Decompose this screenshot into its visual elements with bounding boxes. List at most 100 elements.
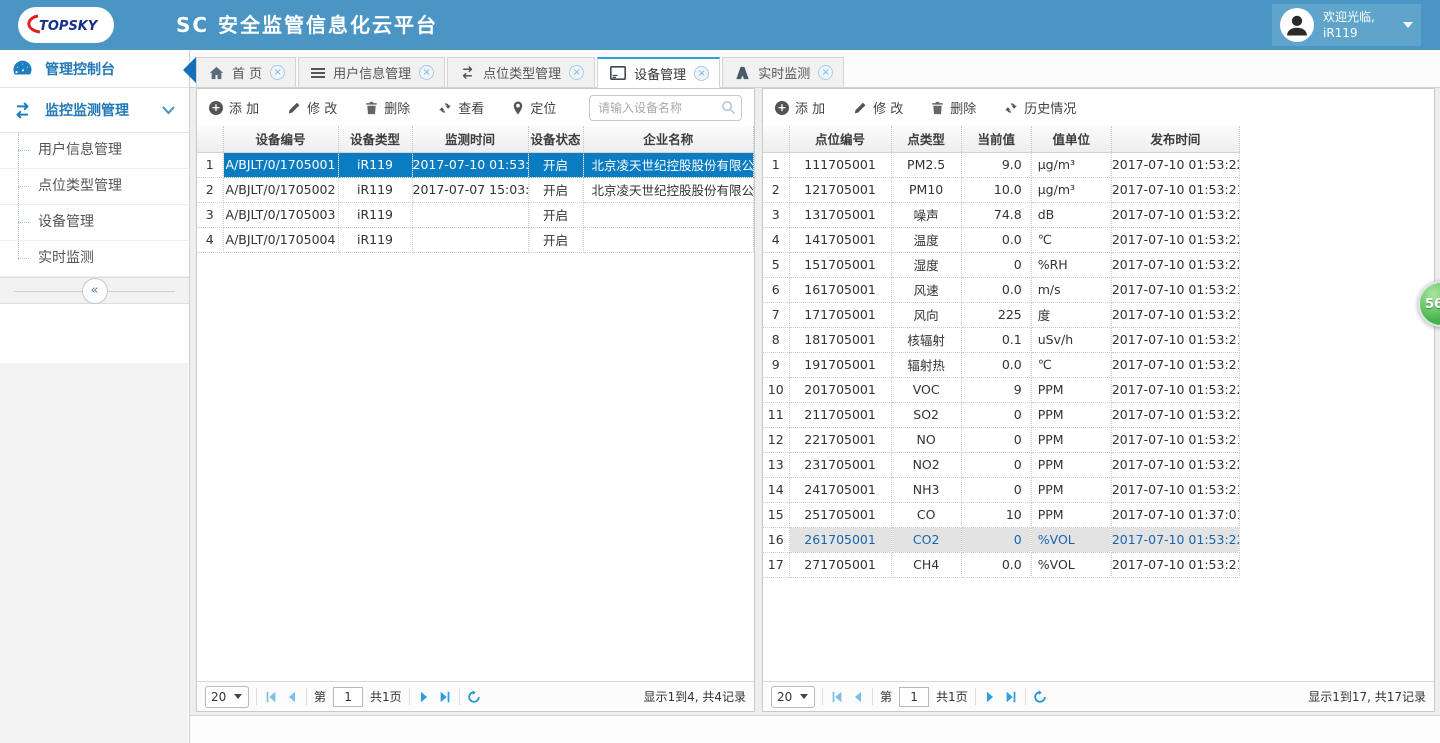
tab-device-mgmt[interactable]: 设备管理 × (597, 57, 720, 88)
table-row[interactable]: 2 A/BJLT/0/1705002 iR119 2017-07-07 15:0… (197, 177, 754, 202)
table-row[interactable]: 16 261705001 CO2 0 %VOL 2017-07-10 01:53… (763, 527, 1240, 552)
cell-point-code: 121705001 (789, 177, 891, 202)
table-row[interactable]: 11 211705001 SO2 0 PPM 2017-07-10 01:53:… (763, 402, 1240, 427)
edit-button[interactable]: 修 改 (287, 98, 337, 117)
table-row[interactable]: 1 111705001 PM2.5 9.0 μg/m³ 2017-07-10 0… (763, 152, 1240, 177)
cell-value-unit: ℃ (1031, 227, 1111, 252)
table-row[interactable]: 14 241705001 NH3 0 PPM 2017-07-10 01:53:… (763, 477, 1240, 502)
page-size-select[interactable]: 20 (205, 686, 249, 708)
cell-value-unit: dB (1031, 202, 1111, 227)
table-row[interactable]: 3 A/BJLT/0/1705003 iR119 开启 (197, 202, 754, 227)
table-row[interactable]: 17 271705001 CH4 0.0 %VOL 2017-07-10 01:… (763, 552, 1240, 577)
cell-point-type: 核辐射 (891, 327, 961, 352)
tab-close-icon[interactable]: × (569, 65, 584, 80)
table-row[interactable]: 7 171705001 风向 225 度 2017-07-10 01:53:21 (763, 302, 1240, 327)
first-page-button[interactable] (264, 690, 278, 704)
table-row[interactable]: 8 181705001 核辐射 0.1 uSv/h 2017-07-10 01:… (763, 327, 1240, 352)
sidebar-collapse-button[interactable]: « (82, 278, 108, 304)
trash-icon (365, 101, 378, 115)
tab-label: 设备管理 (634, 64, 686, 83)
table-row[interactable]: 13 231705001 NO2 0 PPM 2017-07-10 01:53:… (763, 452, 1240, 477)
table-row[interactable]: 4 A/BJLT/0/1705004 iR119 开启 (197, 227, 754, 252)
first-page-button[interactable] (830, 690, 844, 704)
sidebar-subitem[interactable]: 实时监测 (0, 241, 189, 277)
tab-close-icon[interactable]: × (419, 65, 434, 80)
cell-company (583, 202, 754, 227)
sidebar-subitem[interactable]: 用户信息管理 (0, 133, 189, 169)
view-button[interactable]: 查看 (438, 98, 484, 117)
prev-page-button[interactable] (851, 690, 865, 704)
cell-device-type: iR119 (338, 202, 412, 227)
add-button[interactable]: + 添 加 (775, 98, 825, 117)
sidebar-subitem[interactable]: 点位类型管理 (0, 169, 189, 205)
search-input[interactable] (589, 95, 742, 121)
last-page-button[interactable] (438, 690, 452, 704)
cell-current-value: 0 (961, 427, 1031, 452)
cell-publish-time: 2017-07-10 01:53:21 (1111, 352, 1239, 377)
cell-value-unit: PPM (1031, 377, 1111, 402)
edit-button[interactable]: 修 改 (853, 98, 903, 117)
tab-home[interactable]: 首 页 × (196, 57, 296, 88)
cell-point-type: 噪声 (891, 202, 961, 227)
table-row[interactable]: 4 141705001 温度 0.0 ℃ 2017-07-10 01:53:22 (763, 227, 1240, 252)
delete-button[interactable]: 删除 (931, 98, 976, 117)
cell-current-value: 10 (961, 502, 1031, 527)
reload-icon[interactable] (467, 690, 481, 704)
cell-point-type: CO2 (891, 527, 961, 552)
cell-company: 北京凌天世纪控股股份有限公司 (583, 177, 754, 202)
topsky-logo: TOPSKY (18, 7, 114, 43)
table-row[interactable]: 2 121705001 PM10 10.0 μg/m³ 2017-07-10 0… (763, 177, 1240, 202)
table-row[interactable]: 9 191705001 辐射热 0.0 ℃ 2017-07-10 01:53:2… (763, 352, 1240, 377)
table-row[interactable]: 3 131705001 噪声 74.8 dB 2017-07-10 01:53:… (763, 202, 1240, 227)
cell-point-type: 辐射热 (891, 352, 961, 377)
cell-point-code: 111705001 (789, 152, 891, 177)
user-caret-down-icon[interactable] (1403, 22, 1413, 28)
add-button[interactable]: + 添 加 (209, 98, 259, 117)
user-menu[interactable]: 欢迎光临, iR119 (1272, 4, 1421, 46)
last-page-button[interactable] (1004, 690, 1018, 704)
cell-point-type: 风向 (891, 302, 961, 327)
device-pagination: 20 第 共1页 显示1到4, 共4记录 (197, 681, 754, 711)
table-row[interactable]: 6 161705001 风速 0.0 m/s 2017-07-10 01:53:… (763, 277, 1240, 302)
table-row[interactable]: 10 201705001 VOC 9 PPM 2017-07-10 01:53:… (763, 377, 1240, 402)
tab-realtime[interactable]: 实时监测 × (722, 57, 844, 88)
cell-value-unit: ℃ (1031, 352, 1111, 377)
table-row[interactable]: 15 251705001 CO 10 PPM 2017-07-10 01:37:… (763, 502, 1240, 527)
page-number-input[interactable] (333, 687, 363, 707)
delete-button[interactable]: 删除 (365, 98, 410, 117)
next-page-button[interactable] (417, 690, 431, 704)
next-page-button[interactable] (983, 690, 997, 704)
tab-close-icon[interactable]: × (694, 66, 709, 81)
prev-page-button[interactable] (285, 690, 299, 704)
monitor-grid-header: 点位编号 点类型 当前值 值单位 发布时间 (763, 126, 1240, 152)
sidebar-subitem[interactable]: 设备管理 (0, 205, 189, 241)
tab-point-type[interactable]: 点位类型管理 × (447, 57, 595, 88)
sidebar-item-console[interactable]: 管理控制台 (0, 50, 189, 88)
col-company: 企业名称 (583, 126, 754, 152)
home-icon (209, 66, 224, 80)
history-button[interactable]: 历史情况 (1004, 98, 1076, 117)
table-row[interactable]: 12 221705001 NO 0 PPM 2017-07-10 01:53:2… (763, 427, 1240, 452)
page-number-input[interactable] (899, 687, 929, 707)
page-size-select[interactable]: 20 (771, 686, 815, 708)
cell-value-unit: m/s (1031, 277, 1111, 302)
cell-publish-time: 2017-07-10 01:53:21 (1111, 302, 1239, 327)
sidebar: 管理控制台 监控监测管理 用户信息管理 点位类型管理 设备管理 实时监测 « (0, 50, 190, 743)
avatar[interactable] (1280, 8, 1314, 42)
history-refresh-icon (1004, 101, 1018, 115)
table-row[interactable]: 1 A/BJLT/0/1705001 iR119 2017-07-10 01:5… (197, 152, 754, 177)
cell-value-unit: μg/m³ (1031, 177, 1111, 202)
locate-button[interactable]: 定位 (512, 98, 556, 117)
cell-device-status: 开启 (528, 227, 583, 252)
cell-device-type: iR119 (338, 177, 412, 202)
tab-user-info[interactable]: 用户信息管理 × (298, 57, 445, 88)
float-badge-value: 56 (1425, 297, 1440, 312)
search-icon[interactable] (721, 100, 736, 115)
tab-close-icon[interactable]: × (270, 65, 285, 80)
tab-close-icon[interactable]: × (818, 65, 833, 80)
pencil-icon (287, 101, 301, 115)
sidebar-item-monitor-mgmt[interactable]: 监控监测管理 (0, 88, 189, 133)
table-row[interactable]: 5 151705001 湿度 0 %RH 2017-07-10 01:53:22 (763, 252, 1240, 277)
dashboard-icon (13, 59, 32, 78)
reload-icon[interactable] (1033, 690, 1047, 704)
